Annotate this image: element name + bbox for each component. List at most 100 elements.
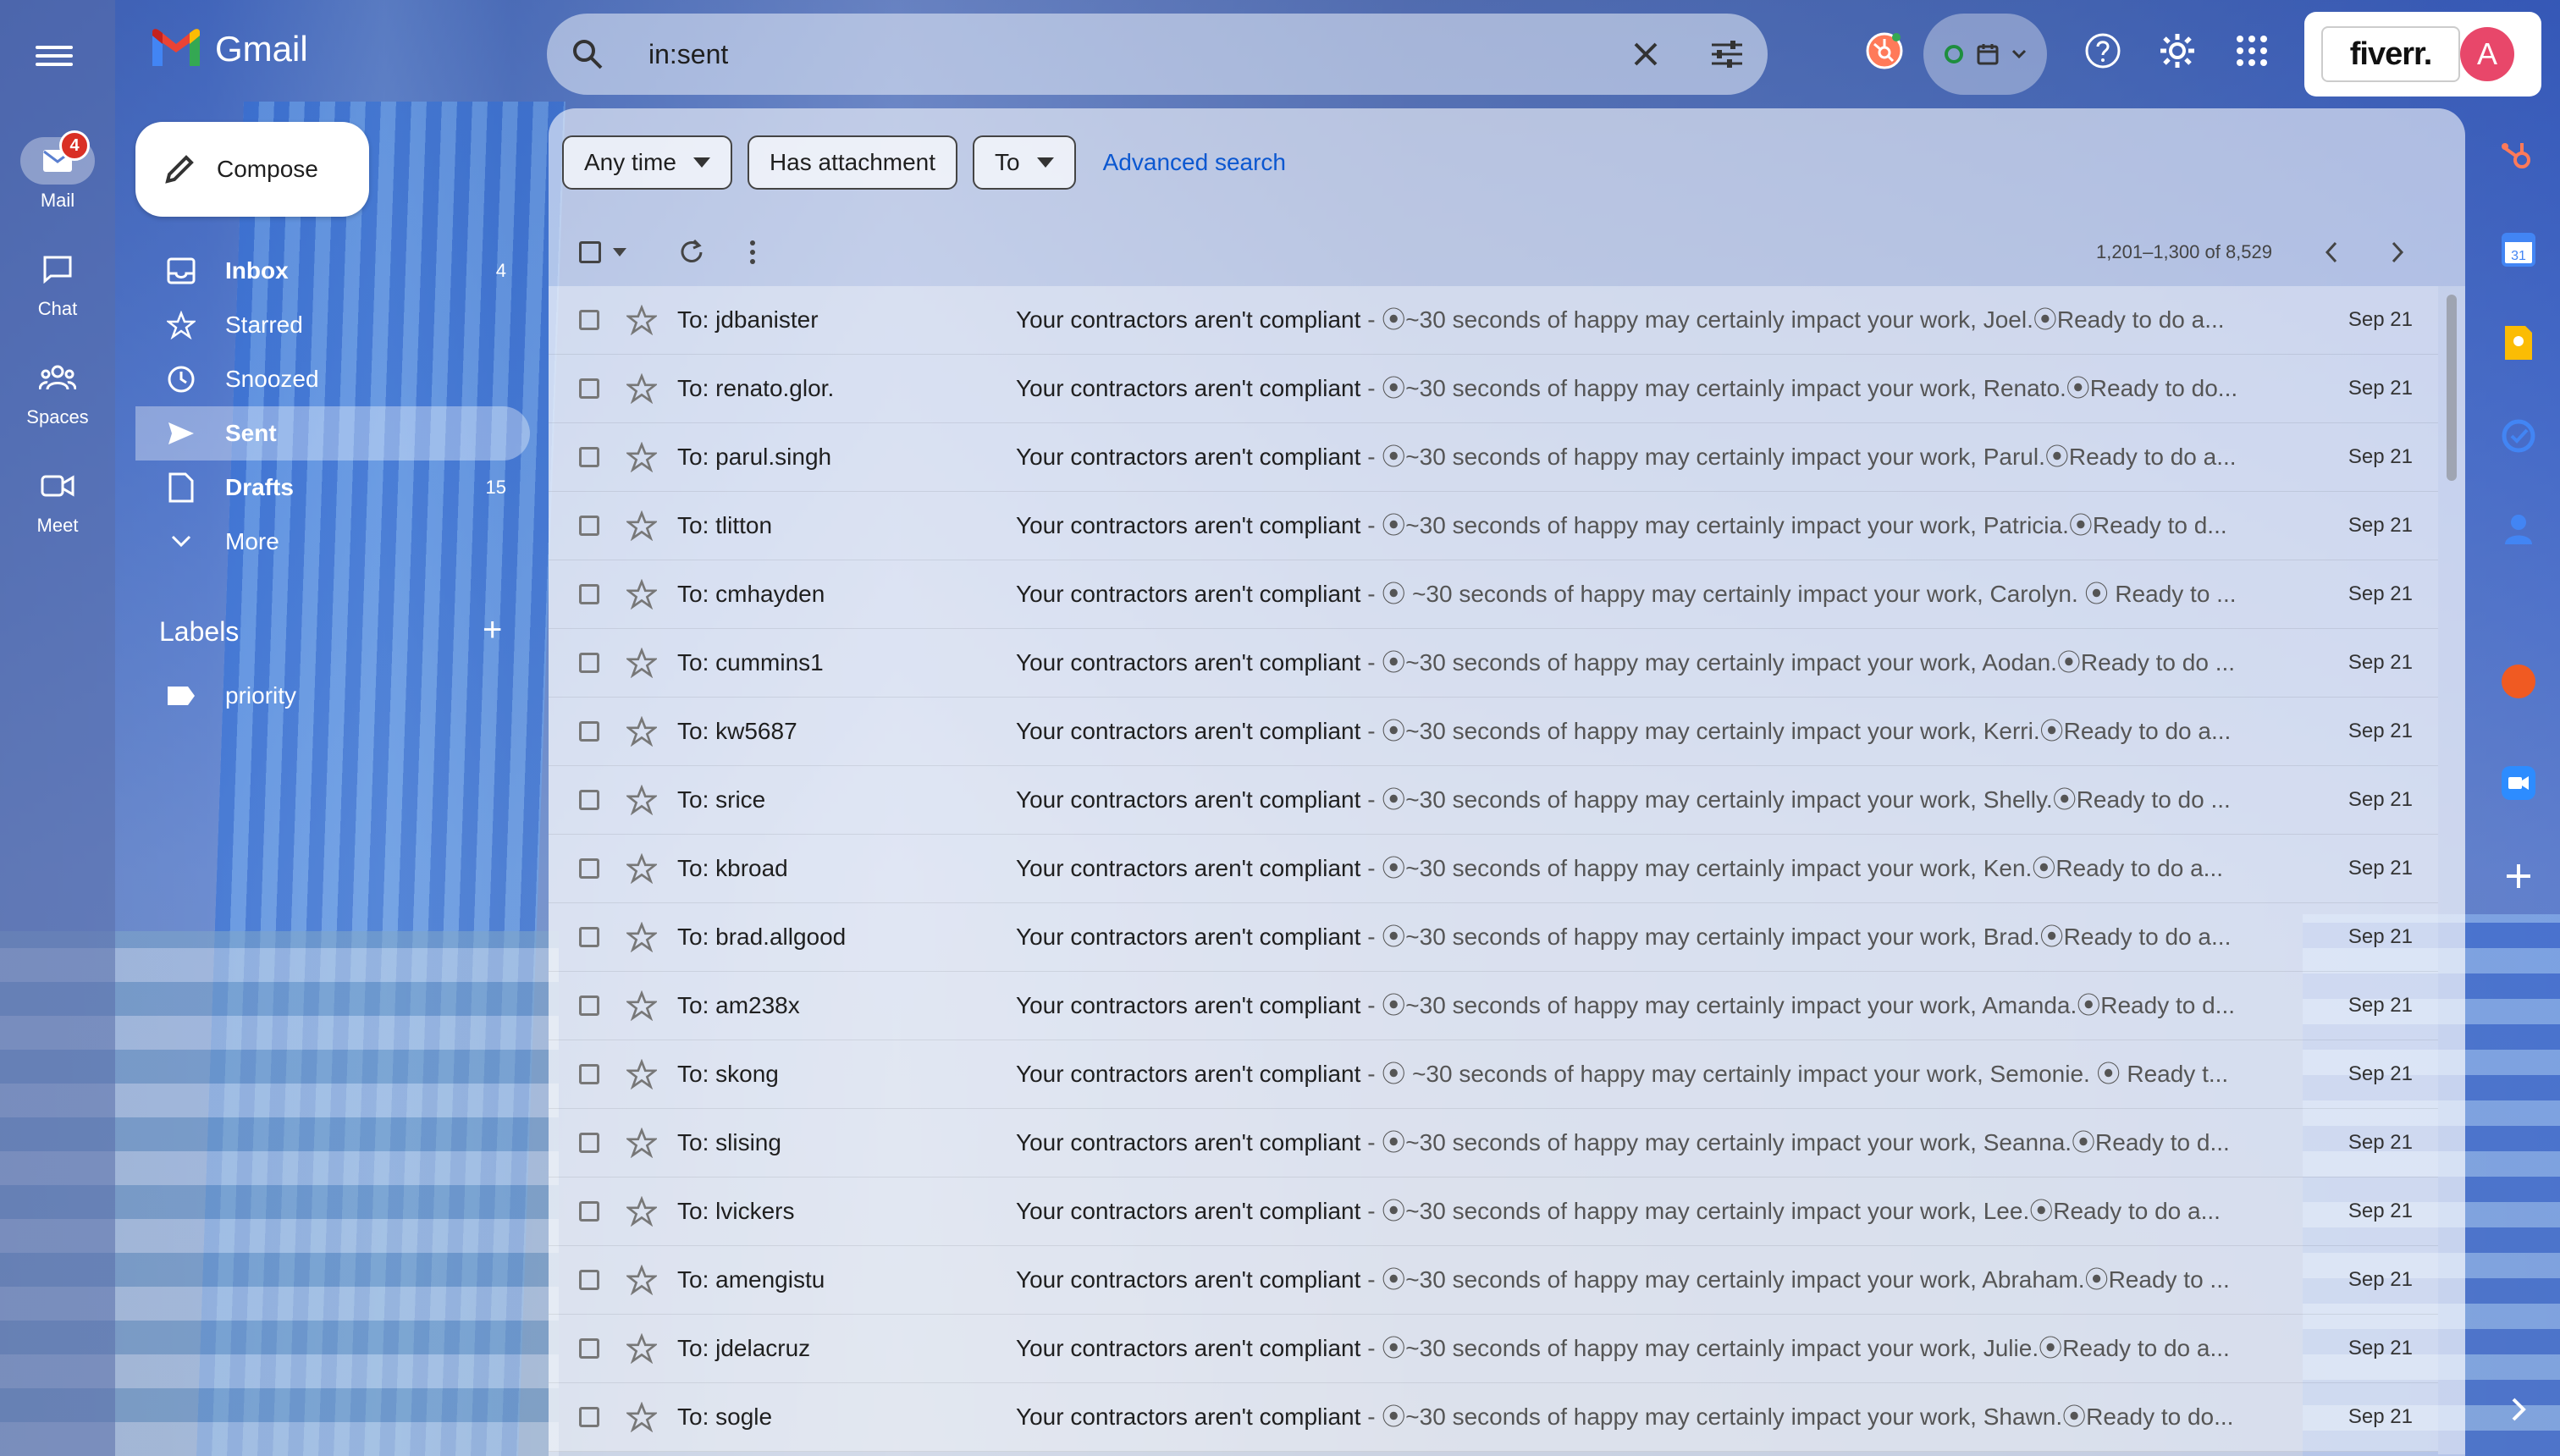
search-bar[interactable]: in:sent: [547, 14, 1768, 95]
email-row[interactable]: To: cmhayden Your contractors aren't comp…: [549, 560, 2438, 629]
search-icon[interactable]: [547, 14, 628, 95]
rail-meet[interactable]: Meet: [0, 462, 115, 537]
star-icon[interactable]: [626, 922, 657, 952]
add-label-icon[interactable]: +: [483, 613, 502, 647]
email-row[interactable]: To: skong Your contractors aren't complia…: [549, 1040, 2438, 1109]
nav-item-more[interactable]: More: [135, 515, 530, 569]
clear-search-icon[interactable]: [1605, 14, 1686, 95]
star-icon[interactable]: [626, 373, 657, 404]
nav-item-inbox[interactable]: Inbox 4: [135, 244, 530, 298]
scrollbar[interactable]: [2438, 286, 2465, 1454]
star-icon[interactable]: [626, 990, 657, 1021]
help-icon[interactable]: [2077, 25, 2128, 76]
label-item-priority[interactable]: priority: [166, 682, 296, 709]
email-row[interactable]: To: srice Your contractors aren't complia…: [549, 766, 2438, 835]
star-icon[interactable]: [626, 579, 657, 609]
fiverr-logo[interactable]: fiverr.: [2321, 26, 2460, 82]
more-options-icon[interactable]: [748, 235, 757, 269]
add-addon-icon[interactable]: [2497, 855, 2540, 897]
star-icon[interactable]: [626, 305, 657, 335]
addon-orange-icon[interactable]: [2497, 660, 2540, 703]
email-row[interactable]: To: jdelacruz Your contractors aren't com…: [549, 1315, 2438, 1383]
row-checkbox[interactable]: [579, 653, 599, 673]
hubspot-icon[interactable]: [2497, 135, 2540, 178]
row-checkbox[interactable]: [579, 858, 599, 879]
select-all-checkbox[interactable]: [579, 235, 626, 269]
star-icon[interactable]: [626, 442, 657, 472]
star-icon[interactable]: [626, 716, 657, 747]
email-row[interactable]: To: sogle Your contractors aren't complia…: [549, 1383, 2438, 1452]
row-checkbox[interactable]: [579, 927, 599, 947]
row-checkbox[interactable]: [579, 1201, 599, 1222]
row-checkbox[interactable]: [579, 447, 599, 467]
row-checkbox[interactable]: [579, 1064, 599, 1084]
star-icon[interactable]: [626, 648, 657, 678]
email-snippet: - ⦿~30 seconds of happy may certainly im…: [1360, 924, 2232, 950]
chevron-right-icon[interactable]: [2497, 1388, 2540, 1431]
email-row[interactable]: To: renato.glor. Your contractors aren't …: [549, 355, 2438, 423]
email-row[interactable]: To: kw5687 Your contractors aren't compli…: [549, 698, 2438, 766]
star-icon[interactable]: [626, 1128, 657, 1158]
filter-has-attachment[interactable]: Has attachment: [747, 135, 958, 190]
star-icon[interactable]: [626, 1402, 657, 1432]
email-row[interactable]: To: cummins1 Your contractors aren't comp…: [549, 629, 2438, 698]
next-page-icon[interactable]: [2391, 235, 2404, 269]
search-input[interactable]: in:sent: [648, 39, 1605, 70]
email-row[interactable]: To: parul.singh Your contractors aren't c…: [549, 423, 2438, 492]
scrollbar-thumb[interactable]: [2447, 295, 2457, 481]
star-icon[interactable]: [626, 785, 657, 815]
nav-item-snoozed[interactable]: Snoozed: [135, 352, 530, 406]
email-row[interactable]: To: lvickers Your contractors aren't comp…: [549, 1177, 2438, 1246]
row-checkbox[interactable]: [579, 790, 599, 810]
star-icon[interactable]: [626, 853, 657, 884]
main-menu-icon[interactable]: [36, 41, 73, 68]
tasks-icon[interactable]: [2497, 415, 2540, 457]
email-row[interactable]: To: kbroad Your contractors aren't compli…: [549, 835, 2438, 903]
star-icon[interactable]: [626, 1333, 657, 1364]
row-checkbox[interactable]: [579, 995, 599, 1016]
email-row[interactable]: To: amengistu Your contractors aren't com…: [549, 1246, 2438, 1315]
gmail-logo[interactable]: Gmail: [149, 29, 308, 69]
rail-spaces[interactable]: Spaces: [0, 354, 115, 428]
nav-item-drafts[interactable]: Drafts 15: [135, 461, 530, 515]
email-row[interactable]: To: brad.allgood Your contractors aren't …: [549, 903, 2438, 972]
compose-button[interactable]: Compose: [135, 122, 369, 217]
email-row[interactable]: To: slising Your contractors aren't compl…: [549, 1109, 2438, 1177]
filter-to[interactable]: To: [973, 135, 1076, 190]
row-checkbox[interactable]: [579, 584, 599, 604]
star-icon[interactable]: [626, 1196, 657, 1227]
nav-item-sent[interactable]: Sent: [135, 406, 530, 461]
star-icon[interactable]: [626, 1265, 657, 1295]
settings-gear-icon[interactable]: [2152, 25, 2203, 76]
row-checkbox[interactable]: [579, 1338, 599, 1359]
account-avatar[interactable]: A: [2460, 27, 2514, 81]
search-options-icon[interactable]: [1686, 14, 1768, 95]
row-checkbox[interactable]: [579, 1270, 599, 1290]
star-icon[interactable]: [626, 510, 657, 541]
status-selector[interactable]: [1923, 14, 2047, 95]
row-checkbox[interactable]: [579, 1133, 599, 1153]
rail-chat[interactable]: Chat: [0, 245, 115, 320]
calendar-icon[interactable]: 31: [2497, 229, 2540, 271]
filter-any-time[interactable]: Any time: [562, 135, 732, 190]
nav-item-starred[interactable]: Starred: [135, 298, 530, 352]
rail-mail[interactable]: 4 Mail: [0, 130, 115, 212]
row-checkbox[interactable]: [579, 310, 599, 330]
hubspot-extension-icon[interactable]: [1859, 25, 1910, 76]
row-checkbox[interactable]: [579, 721, 599, 742]
row-checkbox[interactable]: [579, 516, 599, 536]
star-icon[interactable]: [626, 1059, 657, 1089]
label-tag-icon: [168, 687, 195, 705]
email-row[interactable]: To: jdbanister Your contractors aren't co…: [549, 286, 2438, 355]
keep-icon[interactable]: [2497, 322, 2540, 364]
row-checkbox[interactable]: [579, 1407, 599, 1427]
apps-grid-icon[interactable]: [2226, 25, 2277, 76]
email-row[interactable]: To: tlitton Your contractors aren't compl…: [549, 492, 2438, 560]
previous-page-icon[interactable]: [2325, 235, 2338, 269]
row-checkbox[interactable]: [579, 378, 599, 399]
advanced-search-link[interactable]: Advanced search: [1103, 149, 1286, 176]
contacts-icon[interactable]: [2497, 508, 2540, 550]
zoom-icon[interactable]: [2497, 762, 2540, 804]
refresh-icon[interactable]: [677, 235, 706, 269]
email-row[interactable]: To: am238x Your contractors aren't compli…: [549, 972, 2438, 1040]
